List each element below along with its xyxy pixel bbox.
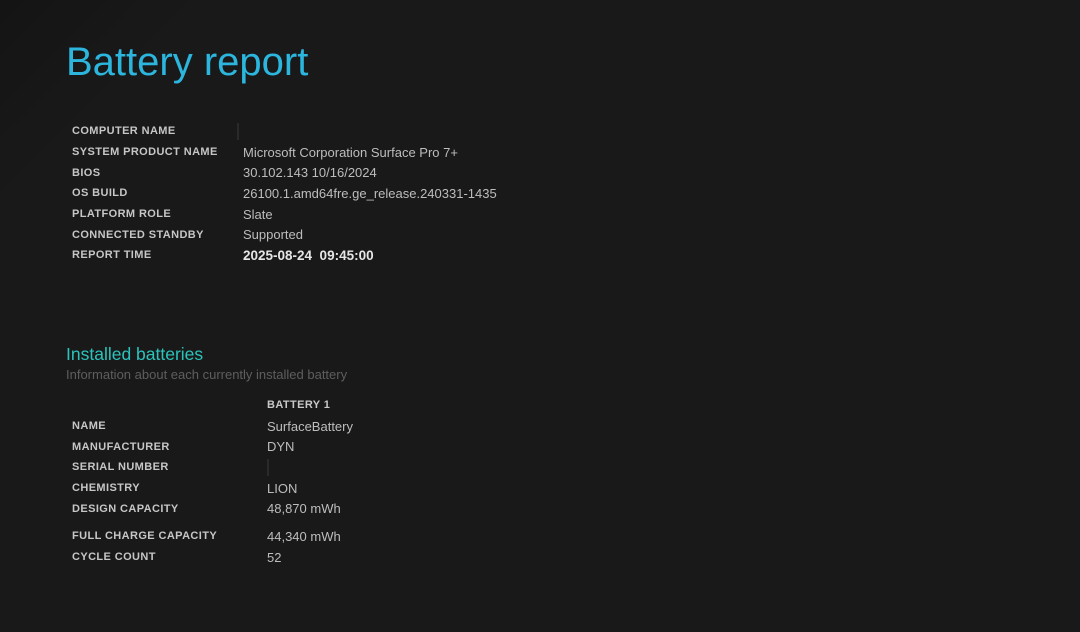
- info-label: SYSTEM PRODUCT NAME: [72, 146, 243, 158]
- page-title: Battery report: [66, 38, 308, 86]
- info-value: DYN: [267, 439, 772, 454]
- info-label: CYCLE COUNT: [72, 551, 267, 563]
- info-value: 26100.1.amd64fre.ge_release.240331-1435: [243, 186, 772, 201]
- info-label: BIOS: [72, 167, 243, 179]
- info-label: FULL CHARGE CAPACITY: [72, 530, 267, 542]
- battery-row-cycle-count: CYCLE COUNT 52: [72, 547, 772, 568]
- info-row-bios: BIOS 30.102.143 10/16/2024: [72, 162, 772, 183]
- redaction-box: [237, 123, 239, 140]
- battery-row-design-capacity: DESIGN CAPACITY 48,870 mWh: [72, 498, 772, 519]
- battery-report-page: Battery report COMPUTER NAME SYSTEM PROD…: [0, 0, 1080, 632]
- battery-row-manufacturer: MANUFACTURER DYN: [72, 436, 772, 457]
- info-value: 48,870 mWh: [267, 501, 772, 516]
- report-time-value: 2025-08-24 09:45:00: [243, 248, 772, 263]
- info-row-platform-role: PLATFORM ROLE Slate: [72, 204, 772, 225]
- redaction-box: [267, 459, 269, 476]
- info-row-report-time: REPORT TIME 2025-08-24 09:45:00: [72, 245, 772, 266]
- info-value: Supported: [243, 227, 772, 242]
- info-label: SERIAL NUMBER: [72, 461, 267, 473]
- info-value: Slate: [243, 207, 772, 222]
- battery-row-serial-number: SERIAL NUMBER: [72, 457, 772, 478]
- info-label: PLATFORM ROLE: [72, 208, 243, 220]
- info-row-system-product-name: SYSTEM PRODUCT NAME Microsoft Corporatio…: [72, 142, 772, 163]
- info-label: DESIGN CAPACITY: [72, 503, 267, 515]
- info-value: LION: [267, 481, 772, 496]
- info-label: CHEMISTRY: [72, 482, 267, 494]
- info-value: 44,340 mWh: [267, 529, 772, 544]
- info-value: [267, 460, 772, 475]
- battery-table-header-row: BATTERY 1: [72, 395, 772, 416]
- info-value: 52: [267, 550, 772, 565]
- battery-column-header: BATTERY 1: [267, 399, 772, 411]
- info-label: COMPUTER NAME: [72, 125, 243, 137]
- installed-batteries-heading: Installed batteries: [66, 344, 203, 365]
- system-info-table: COMPUTER NAME SYSTEM PRODUCT NAME Micros…: [72, 121, 772, 266]
- info-row-connected-standby: CONNECTED STANDBY Supported: [72, 224, 772, 245]
- info-value: 30.102.143 10/16/2024: [243, 165, 772, 180]
- info-value: [243, 124, 772, 139]
- info-label: MANUFACTURER: [72, 441, 267, 453]
- battery-row-full-charge-capacity: FULL CHARGE CAPACITY 44,340 mWh: [72, 526, 772, 547]
- info-row-os-build: OS BUILD 26100.1.amd64fre.ge_release.240…: [72, 183, 772, 204]
- installed-batteries-table: BATTERY 1 NAME SurfaceBattery MANUFACTUR…: [72, 395, 772, 568]
- battery-row-name: NAME SurfaceBattery: [72, 416, 772, 437]
- info-label: REPORT TIME: [72, 249, 243, 261]
- info-value: Microsoft Corporation Surface Pro 7+: [243, 145, 772, 160]
- info-row-computer-name: COMPUTER NAME: [72, 121, 772, 142]
- info-label: CONNECTED STANDBY: [72, 229, 243, 241]
- info-label: NAME: [72, 420, 267, 432]
- info-value: SurfaceBattery: [267, 419, 772, 434]
- installed-batteries-subtitle: Information about each currently install…: [66, 367, 347, 382]
- battery-row-chemistry: CHEMISTRY LION: [72, 478, 772, 499]
- info-label: OS BUILD: [72, 187, 243, 199]
